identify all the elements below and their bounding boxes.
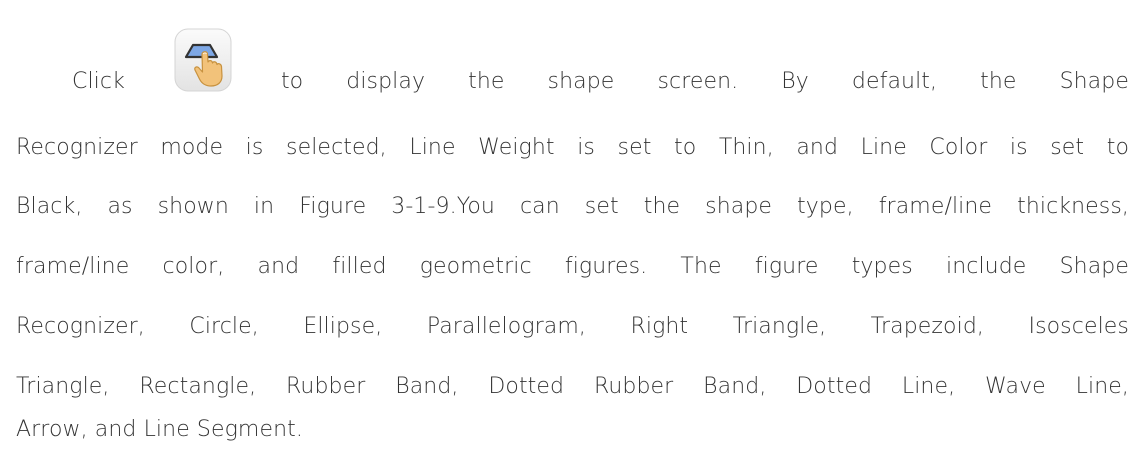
word: shape xyxy=(547,69,615,94)
paragraph-line-5: Recognizer, Circle, Ellipse, Parallelogr… xyxy=(16,314,1129,339)
word: to xyxy=(280,69,304,94)
paragraph-line-7: Arrow, and Line Segment. xyxy=(16,417,303,442)
word: display xyxy=(346,69,426,94)
word: Click xyxy=(72,69,125,94)
word: Shape xyxy=(1059,69,1129,94)
word: By xyxy=(781,69,809,94)
paragraph-line-1: Click to display the shape screen. By de… xyxy=(72,28,1129,112)
paragraph-line-4: frame/line color, and filled geometric f… xyxy=(16,254,1129,279)
shape-tool-icon xyxy=(172,24,234,100)
word: the xyxy=(468,69,505,94)
paragraph-line-3: Black, as shown in Figure 3-1-9.You can … xyxy=(16,194,1129,219)
word: the xyxy=(980,69,1017,94)
paragraph-line-6: Triangle, Rectangle, Rubber Band, Dotted… xyxy=(16,374,1129,399)
word: default, xyxy=(851,69,938,94)
paragraph-line-2: Recognizer mode is selected, Line Weight… xyxy=(16,135,1129,160)
word: screen. xyxy=(657,69,739,94)
